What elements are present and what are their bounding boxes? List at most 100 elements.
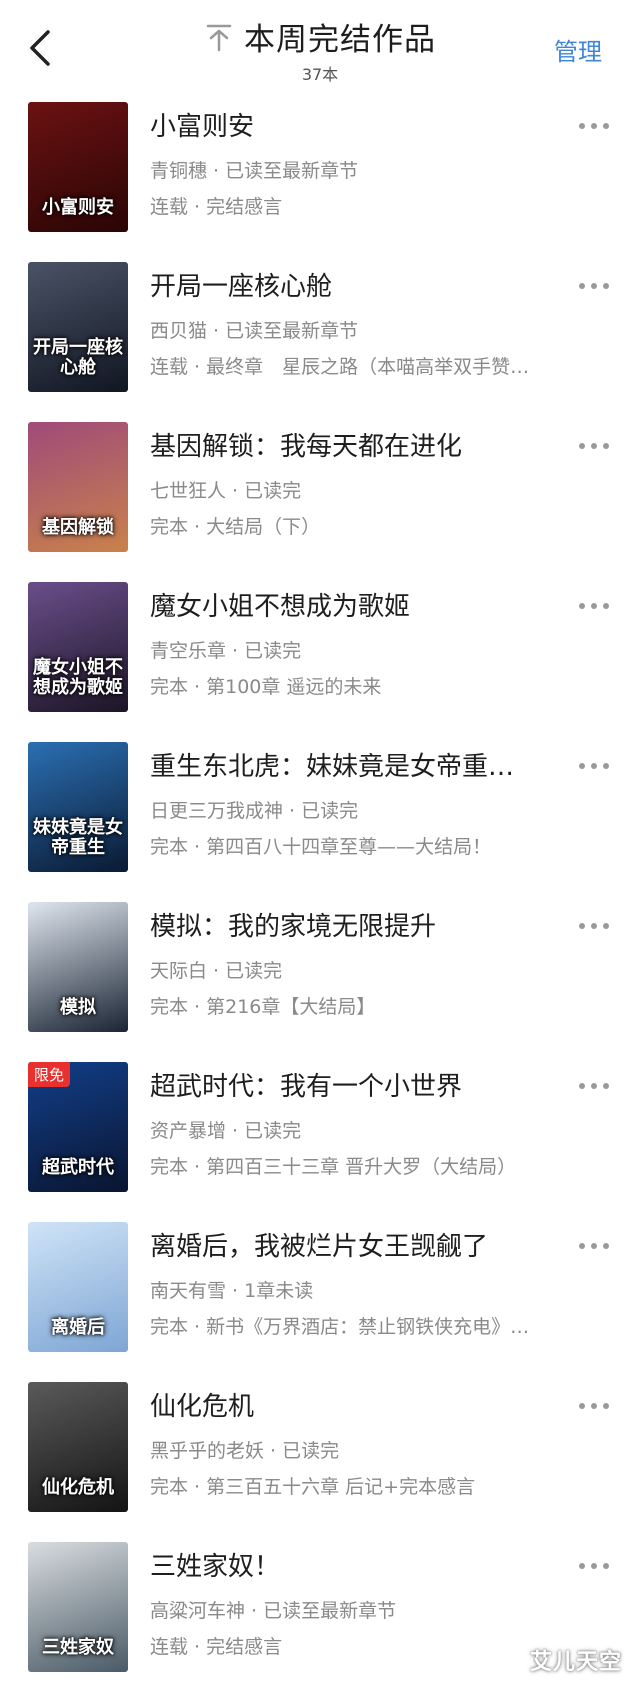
book-latest-chapter: 完本 · 第216章【大结局】 [150,996,376,1018]
dot [579,1403,585,1409]
arrow-up-to-line-icon[interactable] [204,22,234,52]
book-title[interactable]: 基因解锁：我每天都在进化 [150,426,560,463]
book-author-progress: 高粱河车神 · 已读至最新章节 [150,1600,397,1622]
book-latest-chapter: 连载 · 完结感言 [150,1636,283,1658]
dot [591,603,597,609]
more-horizontal-icon[interactable] [576,1554,616,1570]
book-title[interactable]: 开局一座核心舱 [150,266,560,303]
book-latest-chapter: 完本 · 第四百三十三章 晋升大罗（大结局） [150,1156,517,1178]
dot [579,1243,585,1249]
book-title[interactable]: 三姓家奴！ [150,1546,560,1583]
book-list-item[interactable]: 基因解锁 基因解锁：我每天都在进化七世狂人 · 已读完 完本 · 大结局（下） [0,412,640,572]
book-latest-chapter: 连载 · 完结感言 [150,196,283,218]
cover-title-text: 离婚后 [51,1317,105,1339]
cover-title-text: 小富则安 [42,197,114,219]
book-list-item[interactable]: 魔女小姐不想成为歌姬 魔女小姐不想成为歌姬 青空乐章 · 已读完 完本 · 第100章… [0,572,640,732]
book-title[interactable]: 小富则安 [150,106,560,143]
book-latest-chapter: 完本 · 新书《万界酒店：禁止钢铁侠充电》… [150,1316,530,1338]
book-title[interactable]: 仙化危机 [150,1386,560,1423]
dot [579,763,585,769]
book-title[interactable]: 魔女小姐不想成为歌姬 [150,586,560,623]
book-cover[interactable]: 妹妹竟是女帝重生 [28,742,128,872]
dot [603,923,609,929]
more-horizontal-icon[interactable] [576,114,616,130]
book-author-progress: 黑乎乎的老妖 · 已读完 [150,1440,340,1462]
book-cover[interactable]: 开局一座核心舱 [28,262,128,392]
book-author-progress: 青空乐章 · 已读完 [150,640,302,662]
dot [603,1563,609,1569]
book-author-progress: 青铜穗 · 已读至最新章节 [150,160,359,182]
dot [591,1243,597,1249]
book-cover[interactable]: 基因解锁 [28,422,128,552]
book-list-item[interactable]: 离婚后 离婚后，我被烂片女王觊觎了南天有雪 · 1章未读完本 · 新书《万界酒店：… [0,1212,640,1372]
book-list-item[interactable]: 妹妹竟是女帝重生 重生东北虎：妹妹竟是女帝重… 日更三万我成神 · 已读完完本 · … [0,732,640,892]
title-area: 本周完结作品 37本 [0,14,640,85]
cover-title-text: 模拟 [60,997,96,1019]
dot [603,1083,609,1089]
book-cover[interactable]: 离婚后 [28,1222,128,1352]
more-horizontal-icon[interactable] [576,1234,616,1250]
cover-title-text: 开局一座核心舱 [33,337,123,379]
dot [603,123,609,129]
book-latest-chapter: 完本 · 大结局（下） [150,516,321,538]
dot [591,123,597,129]
book-cover[interactable]: 魔女小姐不想成为歌姬 [28,582,128,712]
dot [579,283,585,289]
dot [603,443,609,449]
book-latest-chapter: 连载 · 最终章 星辰之路（本喵高举双手赞… [150,356,530,378]
more-horizontal-icon[interactable] [576,754,616,770]
page-title: 本周完结作品 [244,22,436,58]
book-list-item[interactable]: 小富则安 小富则安 青铜穗 · 已读至最新章节 连载 · 完结感言 [0,92,640,252]
more-horizontal-icon[interactable] [576,1074,616,1090]
dot [579,1083,585,1089]
dot [579,603,585,609]
book-cover[interactable]: 小富则安 [28,102,128,232]
cover-title-text: 魔女小姐不想成为歌姬 [33,657,123,699]
dot [591,763,597,769]
more-horizontal-icon[interactable] [576,594,616,610]
cover-title-text: 超武时代 [42,1157,114,1179]
book-cover[interactable]: 模拟 [28,902,128,1032]
book-latest-chapter: 完本 · 第四百八十四章至尊——大结局！ [150,836,492,858]
book-author-progress: 七世狂人 · 已读完 [150,480,302,502]
dot [579,443,585,449]
more-horizontal-icon[interactable] [576,274,616,290]
dot [591,1083,597,1089]
book-cover[interactable]: 三姓家奴 [28,1542,128,1672]
dot [579,1563,585,1569]
book-list-item[interactable]: 开局一座核心舱 开局一座核心舱 西贝猫 · 已读至最新章节 连载 · 最终章 星辰之路… [0,252,640,412]
book-cover[interactable]: 超武时代 限免 [28,1062,128,1192]
book-author-progress: 西贝猫 · 已读至最新章节 [150,320,359,342]
watermark: 艾儿天空 [529,1650,622,1675]
book-title[interactable]: 离婚后，我被烂片女王觊觎了 [150,1226,560,1263]
book-author-progress: 南天有雪 · 1章未读 [150,1280,314,1302]
cover-title-text: 基因解锁 [42,517,114,539]
dot [591,923,597,929]
book-title[interactable]: 重生东北虎：妹妹竟是女帝重… [150,746,560,783]
dot [579,123,585,129]
book-title[interactable]: 模拟：我的家境无限提升 [150,906,560,943]
dot [603,1243,609,1249]
more-horizontal-icon[interactable] [576,914,616,930]
manage-button[interactable]: 管理 [554,32,602,67]
cover-title-text: 仙化危机 [42,1477,114,1499]
book-list-item[interactable]: 超武时代 限免 超武时代：我有一个小世界资产暴增 · 已读完完本 · 第四百三十三章… [0,1052,640,1212]
book-author-progress: 日更三万我成神 · 已读完 [150,800,359,822]
book-cover[interactable]: 仙化危机 [28,1382,128,1512]
cover-title-text: 妹妹竟是女帝重生 [33,817,123,859]
dot [591,1403,597,1409]
more-horizontal-icon[interactable] [576,434,616,450]
dot [579,923,585,929]
book-list: 小富则安 小富则安 青铜穗 · 已读至最新章节 连载 · 完结感言 开局一座核心舱 开局一… [0,92,640,1692]
more-horizontal-icon[interactable] [576,1394,616,1410]
book-list-item[interactable]: 仙化危机 仙化危机 黑乎乎的老妖 · 已读完 完本 · 第三百五十六章 后记+完本感言 [0,1372,640,1532]
dot [591,283,597,289]
free-limit-badge: 限免 [28,1062,71,1087]
book-list-item[interactable]: 模拟 模拟：我的家境无限提升 天际白 · 已读完 完本 · 第216章【大结局】 [0,892,640,1052]
dot [591,1563,597,1569]
header: 本周完结作品 37本 管理 [0,0,640,92]
book-title[interactable]: 超武时代：我有一个小世界 [150,1066,560,1103]
book-latest-chapter: 完本 · 第三百五十六章 后记+完本感言 [150,1476,476,1498]
book-author-progress: 资产暴增 · 已读完 [150,1120,302,1142]
dot [591,443,597,449]
